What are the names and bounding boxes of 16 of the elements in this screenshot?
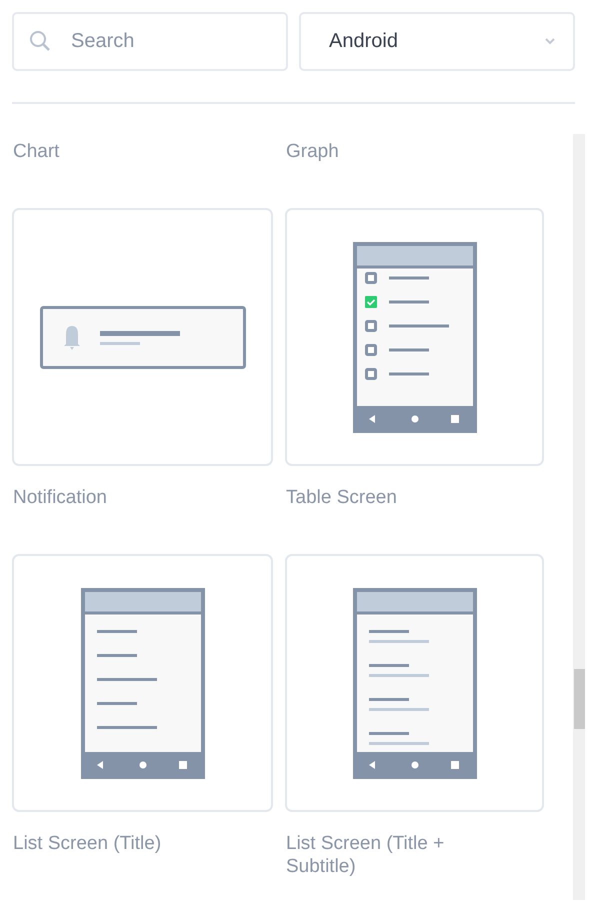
scrollbar-thumb[interactable] [574, 669, 585, 729]
chevron-down-icon [545, 38, 555, 45]
template-card[interactable] [12, 208, 273, 466]
template-label: Table Screen [285, 486, 398, 510]
template-card[interactable] [12, 554, 273, 812]
template-label: Graph [285, 140, 340, 164]
template-label: Notification [12, 486, 108, 510]
template-card[interactable] [285, 554, 544, 812]
template-label: List Screen (Title) [12, 832, 162, 856]
template-card[interactable] [285, 208, 544, 466]
template-label: Chart [12, 140, 60, 164]
scrollbar[interactable] [573, 134, 585, 900]
template-label: List Screen (Title + Subtitle) [285, 832, 446, 879]
search-icon [29, 30, 51, 52]
search-field[interactable]: Search [12, 12, 288, 71]
platform-dropdown[interactable]: Android [299, 12, 575, 71]
